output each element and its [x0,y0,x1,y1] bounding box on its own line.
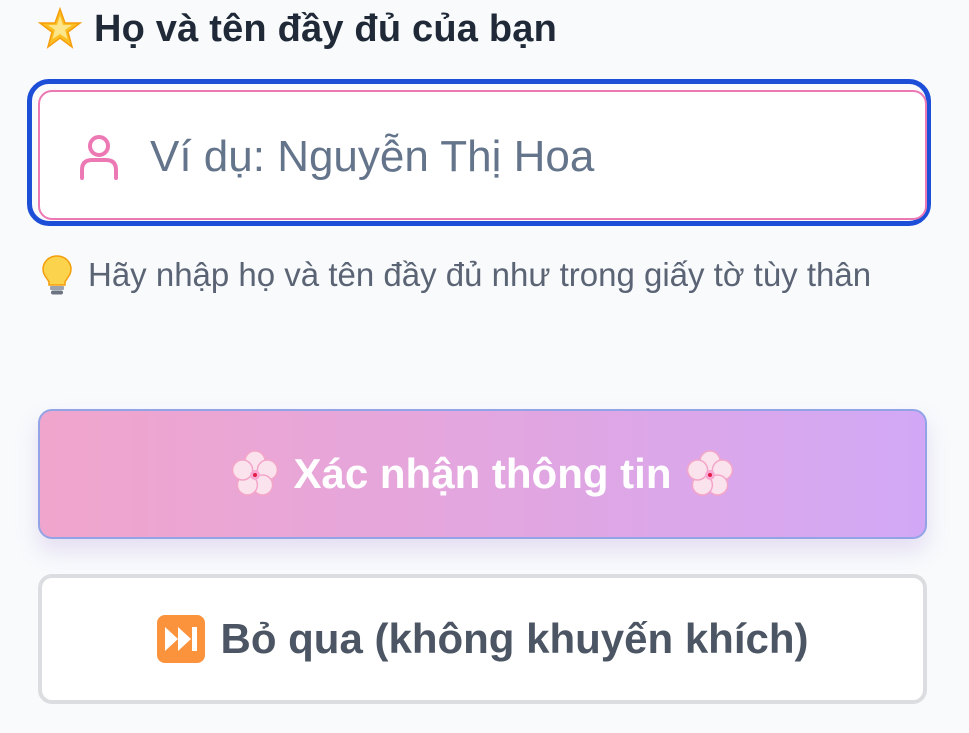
light-bulb-icon [42,255,72,295]
glowing-star-icon [38,7,82,49]
name-form-page: Họ và tên đầy đủ của bạn Hãy nhập họ và … [0,0,969,733]
cherry-blossom-icon [231,450,278,496]
field-label: Họ và tên đầy đủ của bạn [94,7,558,50]
hint-text: Hãy nhập họ và tên đầy đủ như trong giấy… [88,256,872,293]
confirm-button-label: Xác nhận thông tin [293,450,672,497]
user-icon [80,135,118,180]
confirm-button[interactable]: Xác nhận thông tin [38,409,927,539]
cherry-blossom-icon [687,450,734,496]
field-label-row: Họ và tên đầy đủ của bạn [38,6,557,52]
name-input-container[interactable] [38,90,927,220]
full-name-input[interactable] [150,122,890,192]
skip-button-label: Bỏ qua (không khuyến khích) [220,615,809,662]
hint-row: Hãy nhập họ và tên đầy đủ như trong giấy… [40,254,871,296]
fast-forward-icon [157,615,206,663]
skip-button[interactable]: Bỏ qua (không khuyến khích) [38,574,927,704]
